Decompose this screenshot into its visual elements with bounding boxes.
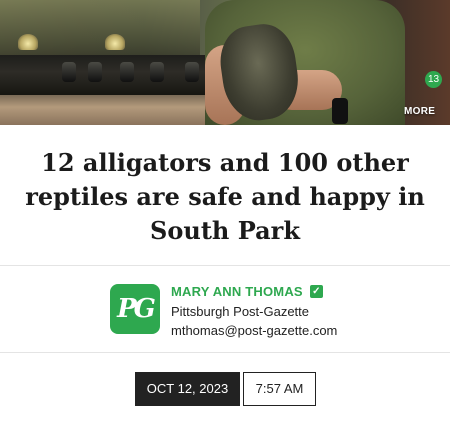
equipment-knob (88, 62, 102, 82)
heat-lamp (18, 34, 38, 50)
equipment-knob (120, 62, 134, 82)
heat-lamp (105, 34, 125, 50)
equipment-knob (62, 62, 76, 82)
author-name[interactable]: MARY ANN THOMAS (171, 284, 303, 299)
table-surface (0, 95, 215, 125)
hero-image[interactable] (0, 0, 450, 125)
equipment-knob (150, 62, 164, 82)
publication-logo[interactable]: PG (110, 284, 160, 334)
check-icon: ✓ (309, 285, 323, 298)
comment-count-badge[interactable]: 13 (425, 71, 442, 88)
author-email[interactable]: mthomas@post-gazette.com (171, 323, 337, 338)
more-label[interactable]: MORE (404, 106, 435, 117)
publish-time: 7:57 AM (243, 372, 316, 406)
equipment-rack (0, 55, 215, 97)
article-headline: 12 alligators and 100 other reptiles are… (25, 148, 425, 245)
equipment-knob (185, 62, 199, 82)
divider (0, 352, 450, 353)
publish-date: OCT 12, 2023 (135, 372, 240, 406)
author-row: MARY ANN THOMAS ✓ (171, 284, 323, 299)
publication-name: Pittsburgh Post-Gazette (171, 304, 310, 319)
wristwatch (332, 98, 348, 124)
divider (0, 265, 450, 266)
